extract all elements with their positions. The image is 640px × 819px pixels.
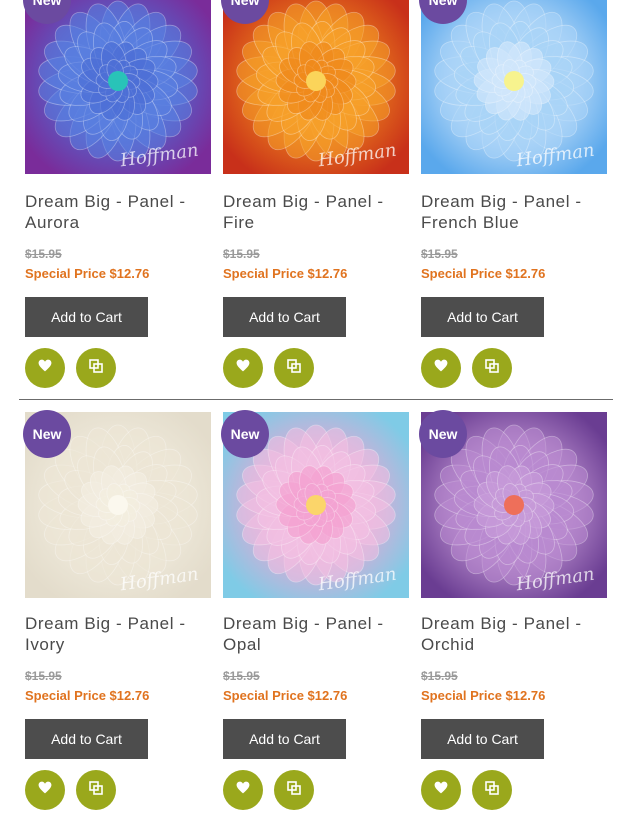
wishlist-button[interactable] [25, 348, 65, 388]
product-title[interactable]: Dream Big - Panel - French Blue [421, 191, 607, 233]
add-to-cart-button[interactable]: Add to Cart [223, 719, 346, 759]
compare-icon [88, 780, 104, 801]
product-title[interactable]: Dream Big - Panel - Fire [223, 191, 409, 233]
compare-button[interactable] [274, 348, 314, 388]
heart-icon [434, 359, 448, 377]
wishlist-button[interactable] [421, 770, 461, 810]
special-price: Special Price $12.76 [223, 688, 348, 703]
heart-icon [38, 359, 52, 377]
new-badge: New [221, 410, 269, 458]
product-title[interactable]: Dream Big - Panel - Aurora [25, 191, 211, 233]
new-badge: New [419, 410, 467, 458]
compare-button[interactable] [76, 770, 116, 810]
wishlist-button[interactable] [223, 348, 263, 388]
special-price: Special Price $12.76 [421, 688, 546, 703]
special-price: Special Price $12.76 [25, 688, 150, 703]
product-title[interactable]: Dream Big - Panel - Orchid [421, 613, 607, 655]
wishlist-button[interactable] [223, 770, 263, 810]
compare-button[interactable] [274, 770, 314, 810]
add-to-cart-button[interactable]: Add to Cart [421, 297, 544, 337]
old-price: $15.95 [25, 247, 62, 261]
compare-icon [88, 358, 104, 379]
add-to-cart-button[interactable]: Add to Cart [223, 297, 346, 337]
compare-icon [484, 358, 500, 379]
old-price: $15.95 [223, 669, 260, 683]
row-divider [19, 399, 613, 400]
wishlist-button[interactable] [421, 348, 461, 388]
new-badge: New [23, 410, 71, 458]
old-price: $15.95 [223, 247, 260, 261]
old-price: $15.95 [421, 669, 458, 683]
heart-icon [236, 781, 250, 799]
special-price: Special Price $12.76 [421, 266, 546, 281]
heart-icon [236, 359, 250, 377]
product-image[interactable]: Hoffman [25, 0, 211, 174]
compare-button[interactable] [472, 348, 512, 388]
special-price: Special Price $12.76 [223, 266, 348, 281]
add-to-cart-button[interactable]: Add to Cart [25, 719, 148, 759]
compare-button[interactable] [76, 348, 116, 388]
product-title[interactable]: Dream Big - Panel - Ivory [25, 613, 211, 655]
product-image[interactable]: Hoffman [223, 0, 409, 174]
compare-icon [484, 780, 500, 801]
compare-icon [286, 358, 302, 379]
add-to-cart-button[interactable]: Add to Cart [25, 297, 148, 337]
special-price: Special Price $12.76 [25, 266, 150, 281]
heart-icon [38, 781, 52, 799]
product-title[interactable]: Dream Big - Panel - Opal [223, 613, 409, 655]
compare-button[interactable] [472, 770, 512, 810]
product-image[interactable]: Hoffman [421, 0, 607, 174]
add-to-cart-button[interactable]: Add to Cart [421, 719, 544, 759]
old-price: $15.95 [25, 669, 62, 683]
compare-icon [286, 780, 302, 801]
old-price: $15.95 [421, 247, 458, 261]
heart-icon [434, 781, 448, 799]
wishlist-button[interactable] [25, 770, 65, 810]
